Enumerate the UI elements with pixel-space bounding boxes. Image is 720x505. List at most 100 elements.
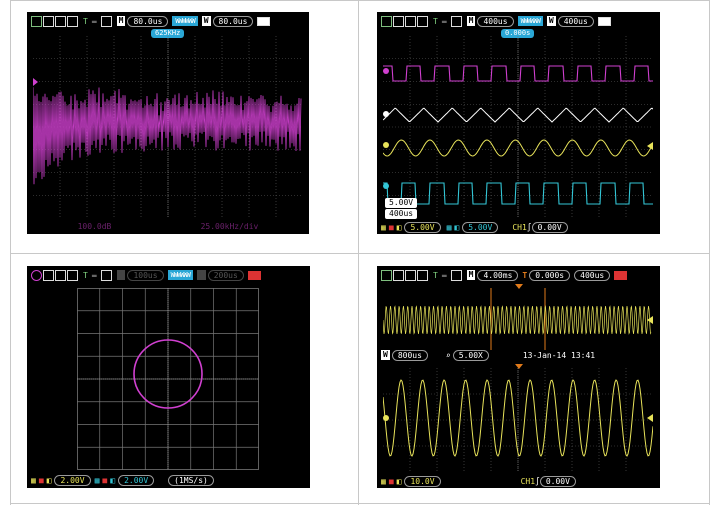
main-timebase-value[interactable]: 4.00ms — [477, 269, 519, 281]
status-bar: T ▬ M 400us WWWWWW W 400us — [381, 14, 660, 28]
battery-icon — [247, 270, 261, 280]
xy-mode-icon — [31, 269, 42, 281]
window-timebase-value[interactable]: 200us — [207, 269, 244, 281]
cell-rule-right — [709, 0, 710, 505]
waveform-screen — [383, 36, 653, 218]
trigger-mode: T — [83, 270, 88, 280]
zoom-magnifier-icon: ⌕ — [445, 350, 451, 360]
save-icon — [100, 15, 112, 27]
zoom-trigger-level-marker — [647, 414, 653, 422]
trigger-offset-icon: T — [522, 270, 528, 280]
ch1-scale[interactable]: 10.0V — [404, 475, 441, 487]
zoom-window-time[interactable]: 800us — [391, 349, 428, 361]
dash-icon: ▬ — [91, 16, 97, 26]
date-time: 13-Jan-14 13:41 — [522, 350, 596, 360]
pulse-icon — [67, 15, 78, 27]
pulse-icon — [417, 15, 428, 27]
window-timebase-value[interactable]: 400us — [557, 15, 594, 27]
dash-icon: ▬ — [91, 270, 97, 280]
main-timebase-value[interactable]: 100us — [127, 269, 164, 281]
trigger-mode: T — [433, 270, 438, 280]
probe-icon: ◧ — [46, 475, 52, 485]
save-icon — [450, 269, 462, 281]
bw-limit-icon: ■ — [388, 222, 394, 232]
channel-footer: ▦ ■ ◧ 10.0V CH1 ∫ 0.00V — [381, 474, 660, 488]
trigger-mode: T — [83, 16, 88, 26]
main-timebase-value[interactable]: 400us — [477, 15, 514, 27]
trigger-level[interactable]: 0.00V — [531, 221, 568, 233]
main-timebase-value[interactable]: 80.0us — [127, 15, 169, 27]
status-bar: T ▬ M 4.00ms T 0.000s 400us — [381, 268, 660, 282]
channel-footer: ▦ ■ ◧ 2.00V ▦ ■ ◧ 2.00V (1MS/s) — [31, 473, 310, 487]
ch1-marker — [383, 415, 389, 421]
cell-rule-center — [358, 0, 359, 505]
window-timebase-value[interactable]: 80.0us — [212, 15, 254, 27]
run-icon — [393, 15, 404, 27]
trigger-source: CH1 — [520, 476, 536, 486]
bw-limit-icon: ■ — [38, 475, 44, 485]
fft-screen — [33, 36, 303, 218]
battery-icon — [597, 16, 611, 26]
ch1-marker — [383, 142, 389, 148]
pulse-icon — [67, 269, 78, 281]
save-icon — [100, 269, 112, 281]
fft-footer: 100.0dB 25.00kHz/div — [33, 219, 303, 233]
ch1-scale[interactable]: 5.00V — [404, 221, 441, 233]
ch1-coupling-icon: ▦ — [31, 475, 36, 485]
trigger-mode: T — [433, 16, 438, 26]
measure-icon — [405, 269, 416, 281]
acquire-icon — [31, 15, 42, 27]
info-line-1: 5.00V — [385, 198, 418, 208]
pulse-icon — [417, 269, 428, 281]
window-timebase-label: W — [546, 16, 556, 26]
zoom-window-label: W — [381, 350, 390, 360]
measure-icon — [55, 269, 66, 281]
overview-screen — [383, 284, 653, 350]
ch2-coupling-icon: ▦ — [94, 475, 100, 485]
ch4-marker — [383, 111, 389, 117]
window-timebase-value[interactable]: 400us — [574, 269, 611, 281]
ch1-coupling-icon: ▦ — [381, 222, 386, 232]
zoom-screen — [383, 364, 653, 472]
ch1-scale[interactable]: 2.00V — [54, 474, 91, 486]
fft-trace — [33, 87, 302, 185]
overview-trace — [383, 305, 652, 335]
main-timebase-label: M — [466, 270, 476, 280]
battery-icon — [614, 270, 628, 280]
cell-rule-top — [10, 0, 710, 1]
ch2-marker — [383, 183, 389, 189]
acquire-icon — [381, 15, 392, 27]
wave-strip: WWWWWW — [517, 16, 543, 26]
acquire-icon — [381, 269, 392, 281]
dash-icon: ▬ — [441, 16, 447, 26]
trigger-offset[interactable]: 0.000s — [529, 269, 571, 281]
ch2-coupling-icon: ▦ — [446, 222, 452, 232]
ch2-scale[interactable]: 2.00V — [118, 474, 155, 486]
trigger-level[interactable]: 0.00V — [539, 475, 576, 487]
ch3-marker — [383, 68, 389, 74]
run-icon — [43, 15, 54, 27]
cell-rule-left — [10, 0, 11, 505]
status-bar: T ▬ M 80.0us WWWWWW W 80.0us — [31, 14, 309, 28]
window-timebase-label: W — [201, 16, 211, 26]
run-icon — [393, 269, 404, 281]
probe-icon: ◧ — [396, 476, 402, 486]
measure-icon — [405, 15, 416, 27]
scope-panel-zoom: T ▬ M 4.00ms T 0.000s 400us W 800us ⌕ 5.00X … — [377, 266, 660, 488]
wave-strip: WWWWWW — [172, 16, 198, 26]
run-icon — [43, 269, 54, 281]
bw-limit-icon: ■ — [388, 476, 394, 486]
fft-frequency-div: 25.00kHz/div — [200, 221, 259, 231]
ch2-scale[interactable]: 5.00V — [462, 221, 499, 233]
ch2-probe-icon: ◧ — [110, 475, 116, 485]
scope-panel-multichannel: T ▬ M 400us WWWWWW W 400us 0.000s 5.00V 40… — [377, 12, 660, 234]
main-timebase-label: M — [116, 16, 126, 26]
status-bar: T ▬ M 100us WWWWWW W 200us — [31, 268, 310, 282]
measure-icon — [55, 15, 66, 27]
xy-screen — [77, 288, 259, 470]
battery-icon — [257, 16, 271, 26]
zoom-status-bar: W 800us ⌕ 5.00X 13-Jan-14 13:41 — [381, 348, 660, 362]
ch2-probe-icon: ◧ — [454, 222, 460, 232]
window-timebase-label: W — [196, 270, 206, 280]
zoom-factor[interactable]: 5.00X — [452, 349, 489, 361]
